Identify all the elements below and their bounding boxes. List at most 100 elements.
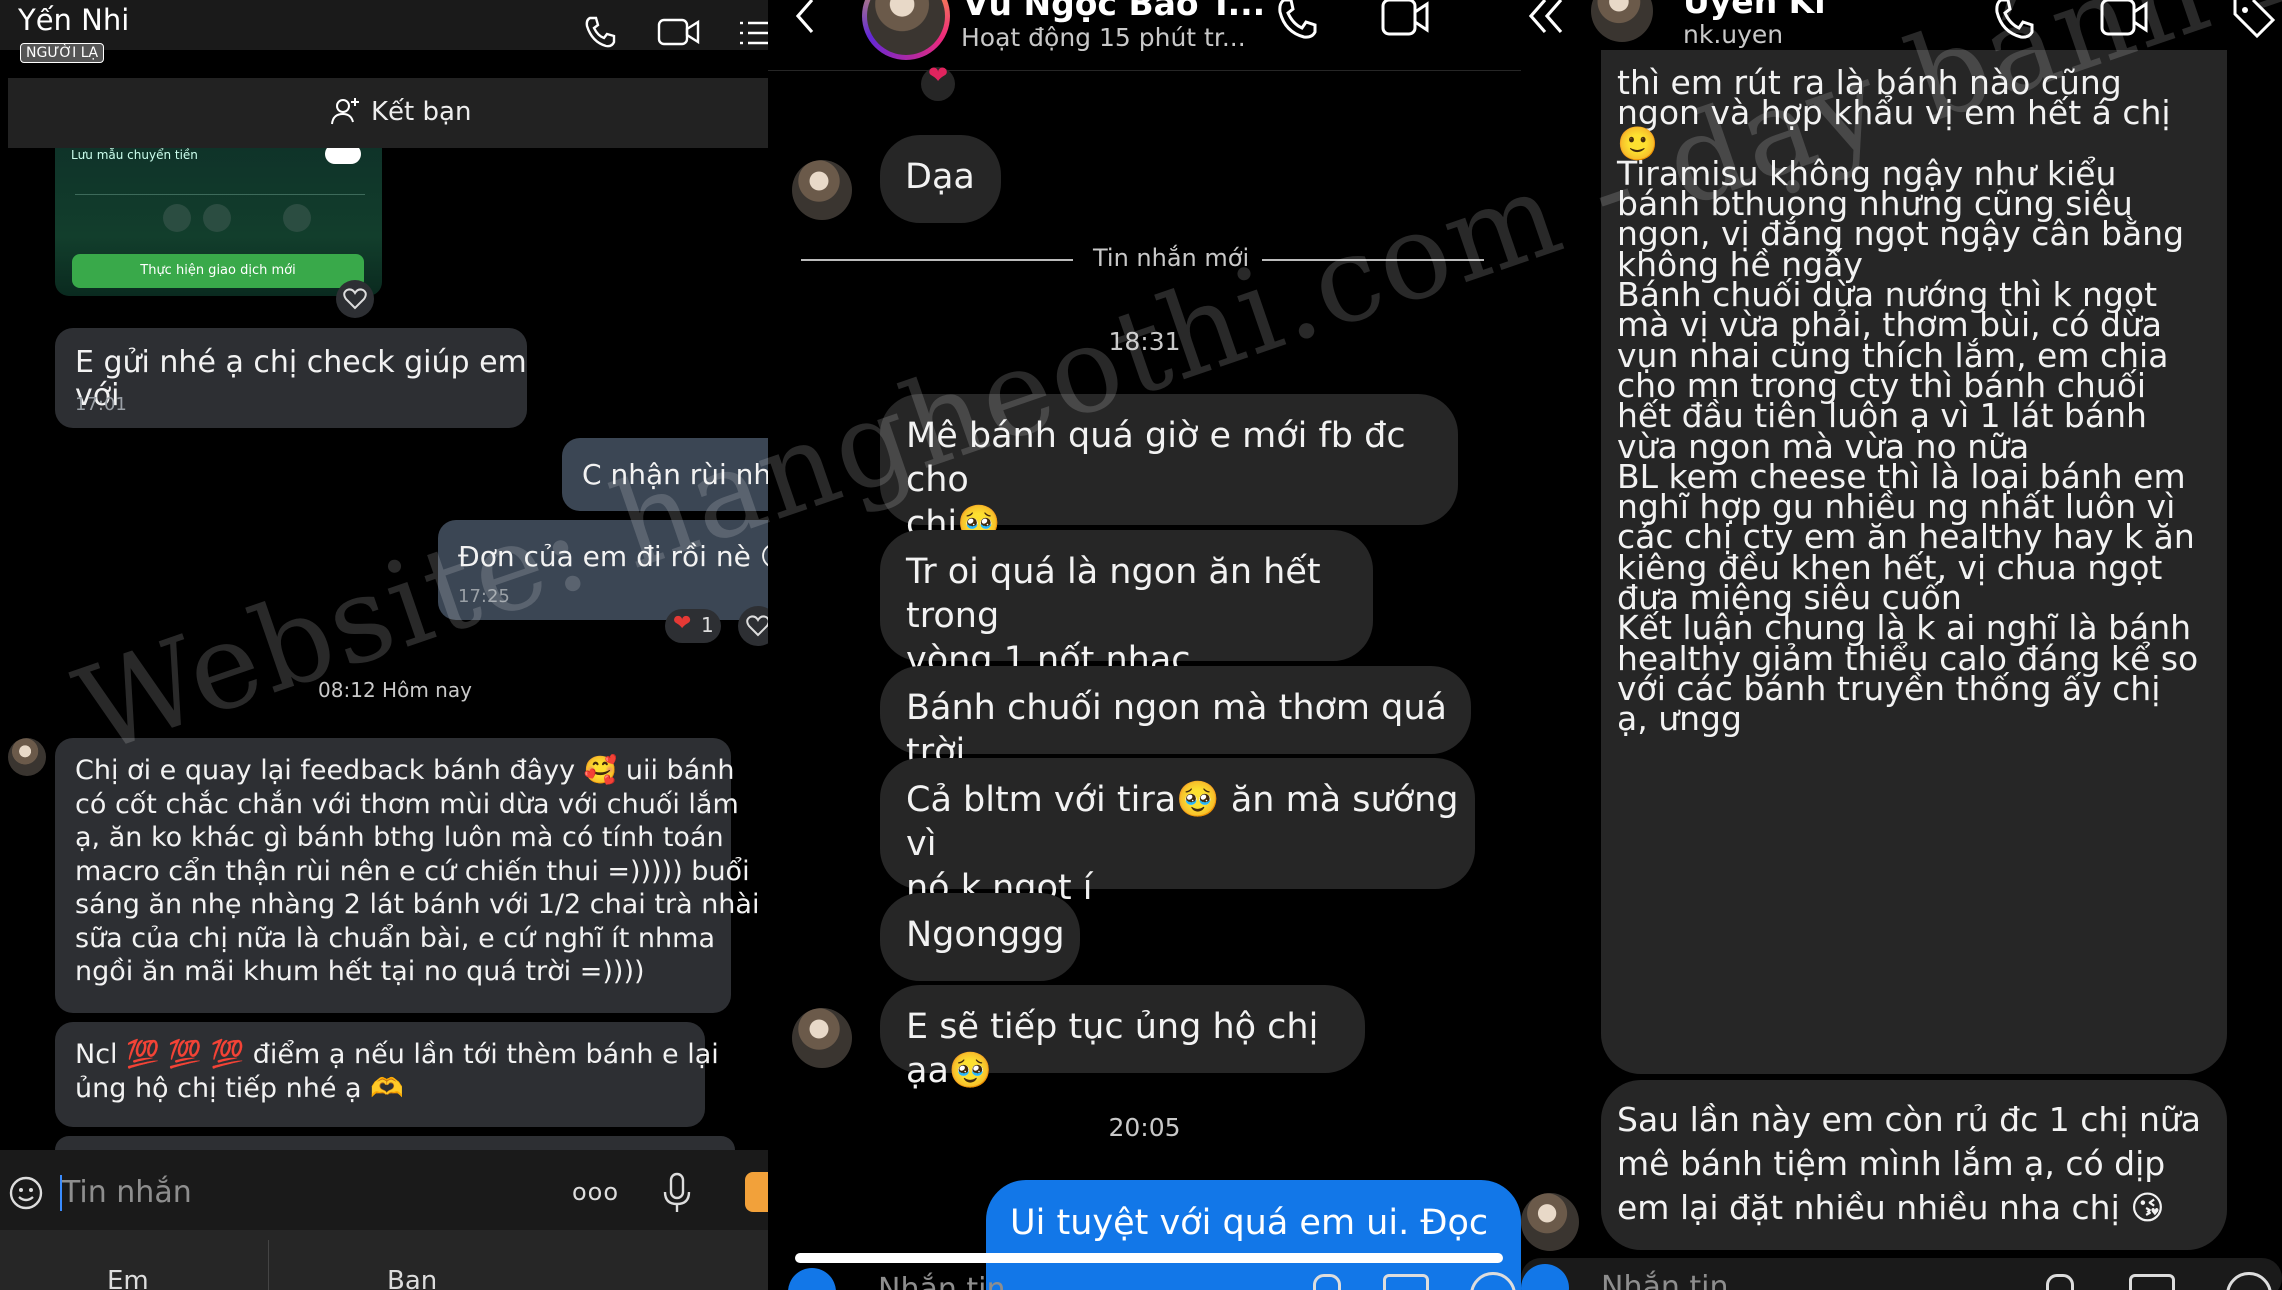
microphone-icon[interactable] [2046, 1274, 2074, 1290]
time-divider: 08:12 Hôm nay [318, 678, 472, 702]
message-line: sữa của chị nữa là chuẩn bài, e cứ nghĩ … [75, 922, 715, 954]
timestamp-text: 18:31 [1108, 327, 1181, 356]
header-divider [768, 70, 1521, 71]
message-line: ạ, ăn ko khác gì bánh bthg luôn mà có tí… [75, 822, 724, 853]
microphone-icon[interactable] [1313, 1274, 1341, 1290]
contact-name[interactable]: Vũ Ngọc Bảo T... [963, 0, 1265, 23]
back-arrow-icon[interactable] [1521, 0, 1571, 40]
message-bubble-outgoing[interactable]: Đơn của em đi rồi nè 😘 17:25 [438, 520, 768, 620]
zalo-chat-panel: Yến Nhi NGƯỜI LẠ Kết bạn Lưu mẫu chuyển … [0, 0, 768, 1290]
avatar[interactable] [1521, 1193, 1579, 1251]
home-indicator [795, 1253, 1503, 1263]
username: nk.uyen [1683, 20, 1784, 49]
avatar-story-ring[interactable] [862, 0, 950, 60]
message-line: Mê bánh quá giờ e mới fb đc cho [906, 416, 1406, 500]
tab-divider [268, 1240, 269, 1290]
heart-filled-icon: ❤ [673, 611, 692, 636]
message-text: Sau lần này em còn rủ đc 1 chị nữa mê bá… [1617, 1098, 2201, 1230]
reaction-pill[interactable]: ❤ 1 [665, 609, 721, 643]
menu-list-icon[interactable] [740, 18, 768, 48]
message-bubble-incoming[interactable]: Ncl 💯 💯 💯 điểm ạ nếu lần tới thèm bánh e… [55, 1022, 719, 1127]
timestamp: 18:31 [768, 327, 1521, 356]
camera-button[interactable] [788, 1268, 836, 1290]
message-bubble-incoming[interactable]: Chị ơi e quay lại feedback bánh đâyy 🥰 u… [55, 738, 759, 1013]
thumb-divider [75, 194, 365, 195]
message-bubble-incoming[interactable]: E gửi nhé ạ chị check giúp em với 17:01 [55, 328, 527, 428]
divider-line [1262, 259, 1484, 261]
sticker-icon[interactable] [745, 1172, 768, 1212]
message-input[interactable]: Nhắn tin... [1601, 1270, 1757, 1290]
thumb-toggle [325, 148, 361, 164]
video-call-icon[interactable] [657, 16, 701, 48]
message-line: Chị ơi e quay lại feedback bánh đâyy 🥰 u… [75, 755, 735, 786]
thumb-toggle-label: Lưu mẫu chuyển tiền [71, 148, 198, 162]
person-icon [283, 204, 311, 232]
tag-icon[interactable] [2231, 0, 2277, 40]
contact-name[interactable]: Yến Nhi [18, 3, 129, 37]
add-friend-label[interactable]: Kết bạn [371, 97, 471, 127]
message-input[interactable]: Tin nhắn [62, 1175, 192, 1210]
message-line: Sau lần này em còn rủ đc 1 chị nữa [1617, 1100, 2202, 1139]
message-line: ạ, ưngg [1617, 699, 1742, 739]
instagram-chat-panel: Vũ Ngọc Bảo T... Hoạt động 15 phút tr...… [768, 0, 1521, 1290]
avatar[interactable] [8, 738, 46, 776]
tab-ban[interactable]: Bạn [387, 1266, 437, 1290]
message-line: ngon và hợp khẩu vị em hết á chị [1617, 93, 2171, 133]
message-line: macro cẩn thận rùi nên e cứ chiến thui =… [75, 855, 750, 887]
message-line: ngồi ăn mãi khum hết tại no quá trời =))… [75, 956, 645, 987]
avatar[interactable] [792, 1008, 852, 1068]
message-line: Cả bltm với tira🥹 ăn mà sướng vì [906, 780, 1459, 864]
message-input[interactable]: Nhắn tin... [878, 1272, 1034, 1290]
message-line: có cốt chắc chắn với thơm mùi dừa với ch… [75, 788, 739, 820]
reaction-count: 1 [701, 613, 714, 637]
reaction-heart: ❤ [921, 61, 955, 101]
message-bubble-incoming[interactable]: thì em rút ra là bánh nào cũng ngon và h… [1601, 50, 2227, 1074]
message-time: 17:01 [75, 394, 127, 415]
message-line: em lại đặt nhiều nhiều nha chị 😘 [1617, 1188, 2165, 1227]
share-icon [163, 204, 191, 232]
message-bubble-outgoing[interactable]: C nhận rùi nha [562, 438, 768, 511]
message-text: Chị ơi e quay lại feedback bánh đâyy 🥰 u… [75, 754, 759, 989]
message-bubble-incoming[interactable]: Mê bánh quá giờ e mới fb đc cho chị🥹 [880, 394, 1458, 544]
message-text: Cả bltm với tira🥹 ăn mà sướng vì nó k ngọ… [906, 778, 1475, 910]
phone-icon[interactable] [1991, 0, 2039, 40]
heart-outline-icon [746, 615, 768, 637]
message-bubble-incoming[interactable]: Cả bltm với tira🥹 ăn mà sướng vì nó k ngọ… [880, 758, 1475, 908]
add-user-icon [329, 96, 359, 126]
thumb-button: Thực hiện giao dịch mới [72, 254, 364, 288]
more-icon[interactable]: ooo [572, 1178, 619, 1206]
phone-icon[interactable] [1274, 0, 1322, 40]
video-call-icon[interactable] [2099, 0, 2149, 40]
react-heart-button[interactable] [336, 280, 374, 318]
avatar[interactable] [792, 160, 852, 220]
back-arrow-icon[interactable] [792, 0, 818, 40]
message-bubble-incoming[interactable]: Dạa [880, 135, 1001, 223]
stranger-badge: NGƯỜI LẠ [20, 43, 105, 63]
avatar[interactable] [1591, 0, 1653, 42]
message-text: Tr oi quá là ngon ăn hết trong vòng 1 nốt… [906, 550, 1373, 682]
message-bubble-incoming[interactable]: Tr oi quá là ngon ăn hết trong vòng 1 nốt… [880, 530, 1373, 680]
camera-icon [203, 204, 231, 232]
contact-name[interactable]: Uyên Kì [1683, 0, 1826, 21]
message-text: Dạa [905, 157, 975, 197]
tab-em[interactable]: Em [107, 1266, 149, 1290]
message-time: 17:25 [458, 586, 510, 607]
message-text: Đơn của em đi rồi nè 😘 [458, 540, 768, 573]
message-bubble-outgoing[interactable]: Ui tuyệt với quá em ui. Đọc [986, 1180, 1521, 1290]
message-bubble-incoming[interactable]: Ngonggg [880, 893, 1080, 981]
phone-icon[interactable] [582, 14, 618, 50]
transaction-image[interactable]: Lưu mẫu chuyển tiền Thực hiện giao dịch … [55, 148, 382, 296]
message-text: Ngonggg [906, 915, 1065, 955]
react-heart-button[interactable] [738, 606, 768, 646]
message-text: Mê bánh quá giờ e mới fb đc cho chị🥹 [906, 414, 1458, 546]
message-line: ủng hộ chị tiếp nhé ạ 🫶 [75, 1073, 404, 1104]
gallery-icon[interactable] [1383, 1274, 1429, 1290]
emoji-icon[interactable] [8, 1175, 44, 1211]
message-bubble-incoming[interactable]: Sau lần này em còn rủ đc 1 chị nữa mê bá… [1601, 1080, 2227, 1250]
video-call-icon[interactable] [1380, 0, 1430, 40]
microphone-icon[interactable] [662, 1172, 692, 1214]
gallery-icon[interactable] [2129, 1274, 2175, 1290]
message-bubble-incoming[interactable]: E sẽ tiếp tục ủng hộ chị ạa🥹 [880, 985, 1365, 1091]
message-bubble-incoming[interactable]: Bánh chuối ngon mà thơm quá trời [880, 666, 1471, 772]
message-line: Ncl 💯 💯 💯 điểm ạ nếu lần tới thèm bánh e… [75, 1039, 719, 1070]
